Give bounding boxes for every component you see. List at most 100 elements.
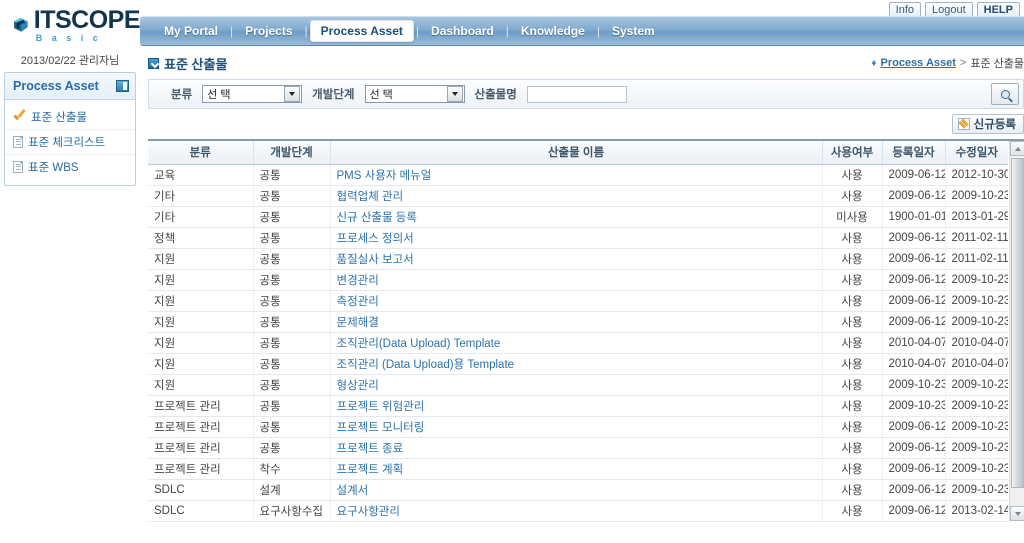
cell-category: 지원 bbox=[148, 353, 254, 375]
deliverable-link[interactable]: 협력업체 관리 bbox=[337, 191, 404, 203]
sidebar-item-standard-deliverable[interactable]: 표준 산출물 bbox=[5, 105, 135, 130]
deliverable-link[interactable]: 조직관리 (Data Upload)용 Template bbox=[337, 359, 515, 371]
sidebar-item-standard-checklist[interactable]: 표준 체크리스트 bbox=[5, 130, 135, 155]
table-row[interactable]: 정책 공통 프로세스 정의서 사용 2009-06-12 2011-02-11 bbox=[148, 227, 1008, 249]
table-row[interactable]: 프로젝트 관리 공통 프로젝트 모니터링 사용 2009-06-12 2009-10-23 bbox=[148, 416, 1008, 438]
table-row[interactable]: 지원 공통 형상관리 사용 2009-10-23 2009-10-23 bbox=[148, 374, 1008, 396]
category-label: 분류 bbox=[171, 89, 193, 101]
deliverable-link[interactable]: 신규 산출물 등록 bbox=[337, 212, 417, 224]
sidebar-item-standard-wbs[interactable]: 표준 WBS bbox=[5, 155, 135, 179]
cell-registered: 2009-06-12 bbox=[882, 269, 946, 291]
table-row[interactable]: 프로젝트 관리 공통 프로젝트 종료 사용 2009-06-12 2009-10-23 bbox=[148, 437, 1008, 459]
breadcrumb-link-process-asset[interactable]: Process Asset bbox=[880, 57, 955, 69]
table-row[interactable]: 지원 공통 측정관리 사용 2009-06-12 2009-10-23 bbox=[148, 290, 1008, 312]
deliverable-link[interactable]: 프로젝트 계획 bbox=[337, 464, 404, 476]
table-row[interactable]: 프로젝트 관리 공통 프로젝트 위험관리 사용 2009-10-23 2009-10-23 bbox=[148, 395, 1008, 417]
nav-dashboard[interactable]: Dashboard bbox=[421, 20, 504, 42]
table-row[interactable]: 교육 공통 PMS 사용자 메뉴얼 사용 2009-06-12 2012-10-30 bbox=[148, 164, 1008, 186]
column-header-modified[interactable]: 수정일자 bbox=[945, 141, 1008, 165]
nav-system[interactable]: System bbox=[602, 20, 665, 42]
chevron-down-icon bbox=[284, 86, 301, 102]
cell-modified: 2012-10-30 bbox=[945, 164, 1008, 186]
cell-modified: 2013-01-29 bbox=[945, 206, 1008, 228]
sidebar-menu: 표준 산출물 표준 체크리스트 표준 WBS bbox=[5, 100, 135, 185]
table-row[interactable]: SDLC 요구사항수집 요구사항관리 사용 2009-06-12 2013-02-14 bbox=[148, 500, 1008, 522]
table-row[interactable]: 지원 공통 품질실사 보고서 사용 2009-06-12 2011-02-11 bbox=[148, 248, 1008, 270]
table-row[interactable]: 프로젝트 관리 착수 프로젝트 계획 사용 2009-06-12 2009-10-23 bbox=[148, 458, 1008, 480]
cell-stage: 공통 bbox=[253, 353, 331, 375]
deliverable-link[interactable]: 문제해결 bbox=[337, 317, 379, 329]
cell-stage: 공통 bbox=[253, 248, 331, 270]
cell-stage: 공통 bbox=[253, 164, 331, 186]
collapse-panel-icon[interactable] bbox=[116, 80, 129, 92]
stage-select[interactable]: 선 택 bbox=[364, 85, 465, 103]
orange-check-icon bbox=[13, 111, 26, 123]
scroll-up-button[interactable] bbox=[1010, 141, 1024, 156]
cell-registered: 2009-10-23 bbox=[882, 395, 946, 417]
cell-use: 미사용 bbox=[822, 206, 883, 228]
column-header-category[interactable]: 분류 bbox=[148, 141, 254, 165]
table-row[interactable]: 기타 공통 협력업체 관리 사용 2009-06-12 2009-10-23 bbox=[148, 185, 1008, 207]
cell-registered: 2010-04-07 bbox=[882, 353, 946, 375]
nav-separator: | bbox=[230, 24, 234, 38]
table-vertical-scrollbar[interactable] bbox=[1009, 141, 1024, 521]
column-header-registered[interactable]: 등록일자 bbox=[882, 141, 946, 165]
cell-category: 프로젝트 관리 bbox=[148, 458, 254, 480]
deliverable-link[interactable]: 품질실사 보고서 bbox=[337, 254, 414, 266]
deliverable-link[interactable]: 변경관리 bbox=[337, 275, 379, 287]
cell-use: 사용 bbox=[822, 374, 883, 396]
deliverable-link[interactable]: 측정관리 bbox=[337, 296, 379, 308]
chevron-down-icon bbox=[446, 86, 463, 102]
cell-name: 신규 산출물 등록 bbox=[330, 206, 823, 228]
search-button[interactable] bbox=[991, 83, 1019, 105]
cell-registered: 2009-10-23 bbox=[882, 374, 946, 396]
main-navigation: My Portal | Projects | Process Asset | D… bbox=[140, 16, 1024, 46]
deliverable-link[interactable]: 요구사항관리 bbox=[337, 506, 400, 518]
table-row[interactable]: 지원 공통 조직관리(Data Upload) Template 사용 2010-04-… bbox=[148, 332, 1008, 354]
cell-stage: 공통 bbox=[253, 416, 331, 438]
column-header-name[interactable]: 산출물 이름 bbox=[330, 141, 823, 165]
brand-name: ITSCOPE bbox=[33, 5, 141, 34]
nav-knowledge[interactable]: Knowledge bbox=[511, 20, 595, 42]
scroll-down-button[interactable] bbox=[1010, 506, 1024, 521]
table-body: 교육 공통 PMS 사용자 메뉴얼 사용 2009-06-12 2012-10-30 기타 공… bbox=[148, 164, 1008, 522]
sidebar-item-label: 표준 체크리스트 bbox=[28, 137, 106, 149]
cell-use: 사용 bbox=[822, 248, 883, 270]
nav-my-portal[interactable]: My Portal bbox=[154, 20, 228, 42]
nav-process-asset[interactable]: Process Asset bbox=[309, 20, 414, 42]
nav-projects[interactable]: Projects bbox=[235, 20, 302, 42]
deliverable-link[interactable]: 프로젝트 모니터링 bbox=[337, 422, 425, 434]
magnifier-icon bbox=[1000, 89, 1010, 99]
table-row[interactable]: 기타 공통 신규 산출물 등록 미사용 1900-01-01 2013-01-29 bbox=[148, 206, 1008, 228]
new-registration-label: 신규등록 bbox=[973, 119, 1016, 131]
table-row[interactable]: 지원 공통 변경관리 사용 2009-06-12 2009-10-23 bbox=[148, 269, 1008, 291]
deliverable-link[interactable]: 형상관리 bbox=[337, 380, 379, 392]
breadcrumb-current: 표준 산출물 bbox=[970, 58, 1024, 70]
cell-stage: 공통 bbox=[253, 437, 331, 459]
column-header-use[interactable]: 사용여부 bbox=[822, 141, 883, 165]
new-registration-button[interactable]: 신규등록 bbox=[951, 114, 1024, 134]
deliverable-link[interactable]: 조직관리(Data Upload) Template bbox=[337, 338, 501, 350]
cell-use: 사용 bbox=[822, 332, 883, 354]
deliverable-link[interactable]: 프로세스 정의서 bbox=[337, 233, 414, 245]
cell-category: 지원 bbox=[148, 248, 254, 270]
cell-modified: 2009-10-23 bbox=[945, 395, 1008, 417]
table-row[interactable]: 지원 공통 조직관리 (Data Upload)용 Template 사용 2010-0… bbox=[148, 353, 1008, 375]
deliverable-link[interactable]: 설계서 bbox=[337, 485, 369, 497]
cell-modified: 2011-02-11 bbox=[945, 248, 1008, 270]
nav-separator: | bbox=[304, 24, 308, 38]
sidebar-item-label: 표준 WBS bbox=[28, 162, 79, 174]
column-header-stage[interactable]: 개발단계 bbox=[253, 141, 331, 165]
cell-category: 지원 bbox=[148, 332, 254, 354]
brand-logo[interactable]: ITSCOPE B a s i c bbox=[12, 4, 141, 46]
deliverable-link[interactable]: 프로젝트 종료 bbox=[337, 443, 404, 455]
category-select[interactable]: 선 택 bbox=[202, 85, 303, 103]
deliverable-link[interactable]: 프로젝트 위험관리 bbox=[337, 401, 425, 413]
scroll-thumb[interactable] bbox=[1011, 158, 1024, 488]
cell-category: SDLC bbox=[148, 479, 254, 501]
stage-select-value: 선 택 bbox=[369, 89, 393, 101]
deliverable-link[interactable]: PMS 사용자 메뉴얼 bbox=[337, 170, 432, 182]
table-row[interactable]: 지원 공통 문제해결 사용 2009-06-12 2009-10-23 bbox=[148, 311, 1008, 333]
deliverable-name-input[interactable] bbox=[526, 85, 627, 103]
table-row[interactable]: SDLC 설계 설계서 사용 2009-06-12 2009-10-23 bbox=[148, 479, 1008, 501]
